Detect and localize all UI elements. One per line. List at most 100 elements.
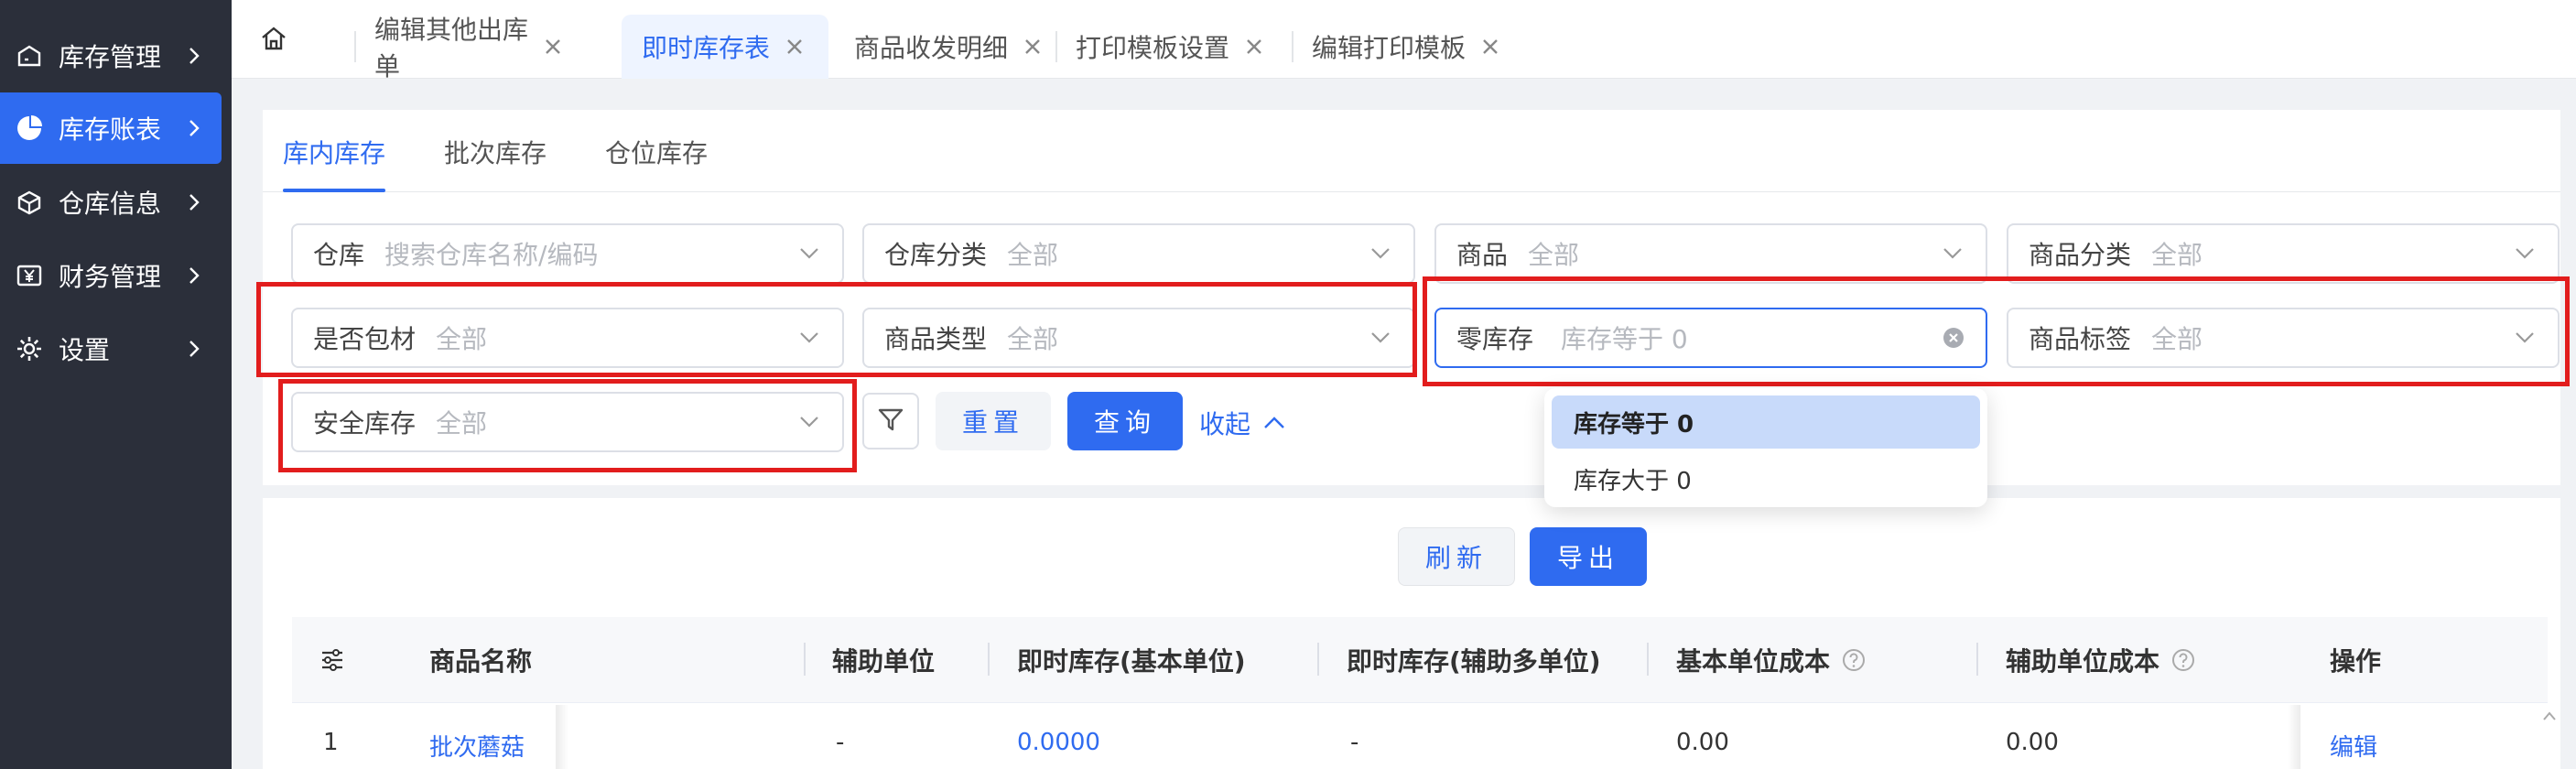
sidebar-item-settings[interactable]: 设置 (0, 313, 222, 384)
tab-label: 编辑打印模板 (1312, 33, 1467, 63)
question-icon[interactable] (2170, 647, 2196, 673)
table-panel: 刷新 导出 商品名称 辅助单位 即时库存(基本单位) 即时库存(辅助多单位) 基… (263, 498, 2560, 769)
dropdown-option-stock-greater-zero[interactable]: 库存大于 0 (1552, 452, 1980, 505)
product-type-select[interactable]: 商品类型 全部 (862, 308, 1415, 368)
field-placeholder: 全部 (2151, 324, 2203, 354)
tab-edit-other-outbound[interactable]: 编辑其他出库单 (354, 15, 563, 81)
product-name-link[interactable]: 批次蘑菇 (429, 729, 525, 763)
funnel-icon (876, 405, 905, 438)
field-label: 零库存 (1456, 324, 1534, 354)
sidebar-item-label: 设置 (59, 335, 111, 365)
chevron-down-icon (1368, 241, 1393, 266)
field-label: 是否包材 (313, 324, 417, 354)
collapse-button[interactable]: 收起 (1199, 405, 1285, 441)
chevron-down-icon (1368, 325, 1393, 351)
close-icon[interactable] (1478, 35, 1502, 59)
pie-chart-icon (13, 112, 46, 145)
subtab-batch-stock[interactable]: 批次库存 (444, 134, 547, 170)
table-header: 商品名称 辅助单位 即时库存(基本单位) 即时库存(辅助多单位) 基本单位成本 … (292, 617, 2548, 703)
column-header-actions: 操作 (2330, 646, 2382, 677)
safety-stock-select[interactable]: 安全库存 全部 (291, 392, 844, 452)
field-placeholder: 全部 (1007, 240, 1059, 270)
subtab-location-stock[interactable]: 仓位库存 (605, 134, 708, 170)
stock-base-link[interactable]: 0.0000 (1017, 729, 1100, 756)
chevron-right-icon (183, 338, 205, 360)
field-placeholder: 全部 (2151, 240, 2203, 270)
sidebar-item-finance-management[interactable]: 财务管理 (0, 240, 222, 311)
tab-product-send-receive-detail[interactable]: 商品收发明细 (834, 15, 1046, 79)
product-tag-select[interactable]: 商品标签 全部 (2007, 308, 2560, 368)
column-header-stock-base: 即时库存(基本单位) (1017, 646, 1246, 677)
column-header-aux-unit: 辅助单位 (832, 646, 936, 677)
field-placeholder: 全部 (436, 324, 488, 354)
subtab-in-warehouse-stock[interactable]: 库内库存 (283, 134, 385, 170)
table-row: 1 批次蘑菇 - 0.0000 - 0.00 0.00 编辑 (292, 705, 2548, 769)
scroll-up-icon[interactable] (2538, 705, 2560, 727)
close-icon[interactable] (543, 35, 563, 59)
column-header-stock-aux: 即时库存(辅助多单位) (1347, 646, 1601, 677)
box-icon (13, 186, 46, 219)
tab-label: 打印模板设置 (1076, 33, 1230, 63)
field-placeholder: 全部 (436, 408, 488, 439)
row-index: 1 (323, 729, 339, 756)
chevron-down-icon (2512, 241, 2538, 266)
filter-settings-button[interactable] (862, 393, 919, 449)
product-category-select[interactable]: 商品分类 全部 (2007, 223, 2560, 284)
chevron-right-icon (183, 45, 205, 67)
dropdown-option-stock-equals-zero[interactable]: 库存等于 0 (1552, 395, 1980, 449)
warehouse-select[interactable]: 仓库 搜索仓库名称/编码 (291, 223, 844, 284)
tab-print-template-settings[interactable]: 打印模板设置 (1055, 15, 1279, 79)
column-settings-icon[interactable] (319, 617, 345, 703)
field-label: 安全库存 (313, 408, 417, 439)
tab-label: 商品收发明细 (854, 33, 1009, 63)
is-packaging-select[interactable]: 是否包材 全部 (291, 308, 844, 368)
chevron-right-icon (183, 117, 205, 139)
column-header-cost-aux: 辅助单位成本 (2006, 617, 2196, 703)
field-label: 仓库 (313, 240, 365, 270)
chevron-down-icon (2512, 325, 2538, 351)
aux-unit-cell: - (836, 729, 845, 756)
field-placeholder: 全部 (1528, 240, 1580, 270)
edit-link[interactable]: 编辑 (2330, 729, 2377, 763)
tab-label: 编辑其他出库单 (374, 15, 529, 81)
cost-aux-cell: 0.00 (2006, 729, 2059, 756)
subtab-bar: 库内库存 批次库存 仓位库存 (263, 110, 2560, 192)
cost-base-cell: 0.00 (1676, 729, 1729, 756)
zero-stock-dropdown: 库存等于 0 库存大于 0 (1544, 388, 1987, 507)
query-button[interactable]: 查询 (1067, 392, 1183, 450)
sidebar-item-warehouse-info[interactable]: 仓库信息 (0, 167, 222, 238)
chevron-right-icon (183, 265, 205, 287)
close-icon[interactable] (1242, 35, 1266, 59)
product-select[interactable]: 商品 全部 (1434, 223, 1987, 284)
clear-icon[interactable] (1942, 326, 1965, 350)
sidebar-item-inventory-management[interactable]: 库存管理 (0, 20, 222, 92)
question-icon[interactable] (1841, 647, 1867, 673)
sidebar-item-inventory-ledger[interactable]: 库存账表 (0, 92, 222, 164)
field-label: 商品类型 (884, 324, 988, 354)
sidebar-item-label: 仓库信息 (59, 189, 162, 219)
field-placeholder: 全部 (1007, 324, 1059, 354)
column-header-cost-base: 基本单位成本 (1676, 617, 1867, 703)
chevron-down-icon (796, 325, 822, 351)
chevron-down-icon (1940, 241, 1965, 266)
tab-edit-print-template[interactable]: 编辑打印模板 (1292, 15, 1515, 79)
zero-stock-select[interactable]: 零库存 库存等于 0 (1434, 308, 1987, 368)
export-button[interactable]: 导出 (1530, 527, 1647, 586)
field-label: 仓库分类 (884, 240, 988, 270)
warehouse-category-select[interactable]: 仓库分类 全部 (862, 223, 1415, 284)
refresh-button[interactable]: 刷新 (1398, 527, 1515, 586)
reset-button[interactable]: 重置 (936, 392, 1051, 450)
close-icon[interactable] (1021, 35, 1044, 59)
yen-icon (13, 259, 46, 292)
sidebar-item-label: 财务管理 (59, 262, 162, 292)
field-placeholder: 搜索仓库名称/编码 (384, 240, 599, 270)
column-header-product-name: 商品名称 (429, 646, 533, 677)
chevron-down-icon (796, 241, 822, 266)
sidebar-item-label: 库存管理 (59, 42, 162, 72)
chevron-down-icon (796, 409, 822, 435)
field-label: 商品 (1456, 240, 1509, 270)
home-icon[interactable] (257, 22, 290, 55)
close-icon[interactable] (783, 35, 806, 59)
chevron-right-icon (183, 191, 205, 213)
tab-realtime-inventory[interactable]: 即时库存表 (622, 15, 828, 79)
